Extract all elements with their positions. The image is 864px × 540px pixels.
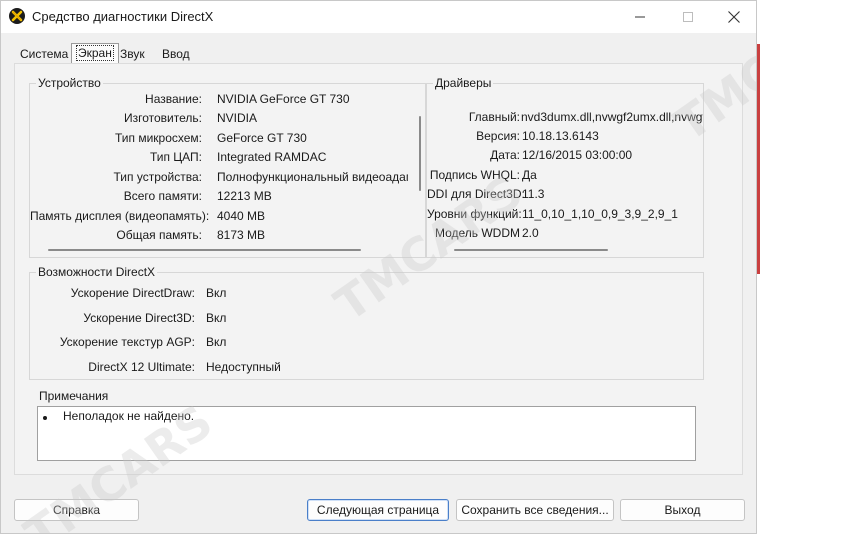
device-row-name: Название: NVIDIA GeForce GT 730 — [30, 91, 408, 107]
exit-button[interactable]: Выход — [620, 499, 745, 521]
driver-value: 2.0 — [522, 226, 539, 240]
tab-display-label: Экран — [76, 45, 114, 61]
drivers-horizontal-scrollbar[interactable] — [454, 249, 608, 251]
device-row-total-memory: Всего памяти: 12213 MB — [30, 188, 408, 204]
maximize-icon — [683, 12, 693, 22]
save-all-info-button[interactable]: Сохранить все сведения... — [456, 499, 614, 521]
tab-display[interactable]: Экран — [71, 43, 119, 64]
device-value: 12213 MB — [217, 189, 272, 203]
close-icon — [728, 11, 740, 23]
feature-value: Вкл — [206, 286, 227, 300]
device-row-shared-memory: Общая память: 8173 MB — [30, 227, 408, 243]
tab-system[interactable]: Система — [16, 45, 72, 63]
device-list[interactable]: Название: NVIDIA GeForce GT 730 Изготови… — [30, 84, 408, 256]
driver-label: Главный: — [468, 110, 520, 124]
device-value: NVIDIA — [217, 111, 258, 125]
device-label: Общая память: — [116, 228, 202, 242]
feature-row-dx12-ultimate: DirectX 12 Ultimate: Недоступный — [30, 359, 700, 375]
close-button[interactable] — [711, 1, 756, 33]
dxdiag-window: Средство диагностики DirectX Система Экр… — [0, 0, 757, 534]
driver-value: 11_0,10_1,10_0,9_3,9_2,9_1 — [522, 207, 678, 221]
device-row-display-memory: Память дисплея (видеопамять): 4040 MB — [30, 208, 408, 224]
feature-label: Ускорение текстур AGP: — [59, 335, 195, 349]
driver-value: 12/16/2015 03:00:00 — [522, 148, 633, 162]
feature-value: Вкл — [206, 335, 227, 349]
tab-strip: Система Экран Звук Ввод — [1, 43, 756, 65]
next-page-button[interactable]: Следующая страница — [307, 499, 449, 521]
window-title: Средство диагностики DirectX — [32, 9, 214, 24]
driver-label: Версия: — [476, 129, 520, 143]
device-label: Всего памяти: — [123, 189, 202, 203]
device-row-manufacturer: Изготовитель: NVIDIA — [30, 110, 408, 126]
device-label: Изготовитель: — [124, 111, 202, 125]
directx-features-title: Возможности DirectX — [36, 265, 158, 279]
note-item: Неполадок не найдено. — [38, 408, 688, 424]
feature-value: Вкл — [206, 311, 227, 325]
driver-row-main: Главный: nvd3dumx.dll,nvwgf2umx.dll,nvwg… — [427, 109, 703, 125]
device-row-chip-type: Тип микросхем: GeForce GT 730 — [30, 130, 408, 146]
device-label: Память дисплея (видеопамять): — [30, 209, 210, 223]
background-window-edge — [757, 44, 760, 274]
device-value: Полнофункциональный видеоадаптер — [217, 170, 408, 184]
device-value: 8173 MB — [217, 228, 266, 242]
device-value: 4040 MB — [217, 209, 266, 223]
tab-input[interactable]: Ввод — [158, 45, 194, 63]
driver-value: Да — [522, 168, 537, 182]
device-value: Integrated RAMDAC — [217, 150, 327, 164]
driver-label: Дата: — [490, 148, 520, 162]
bullet-icon — [43, 416, 47, 420]
device-row-device-type: Тип устройства: Полнофункциональный виде… — [30, 169, 409, 185]
driver-row-version: Версия: 10.18.13.6143 — [427, 128, 703, 144]
maximize-button[interactable] — [665, 1, 711, 33]
device-group: Устройство Название: NVIDIA GeForce GT 7… — [29, 76, 426, 258]
device-vertical-scrollbar[interactable] — [419, 116, 421, 191]
tab-sound[interactable]: Звук — [116, 45, 149, 63]
title-bar: Средство диагностики DirectX — [1, 1, 756, 33]
feature-label: DirectX 12 Ultimate: — [88, 360, 195, 374]
driver-value: 10.18.13.6143 — [522, 129, 599, 143]
device-row-dac-type: Тип ЦАП: Integrated RAMDAC — [30, 149, 408, 165]
driver-row-date: Дата: 12/16/2015 03:00:00 — [427, 147, 703, 163]
feature-row-agp: Ускорение текстур AGP: Вкл — [30, 334, 700, 350]
device-label: Тип ЦАП: — [149, 150, 202, 164]
directx-icon — [9, 8, 25, 24]
device-label: Тип устройства: — [113, 170, 203, 184]
device-label: Тип микросхем: — [114, 131, 202, 145]
minimize-button[interactable] — [617, 1, 663, 33]
feature-label: Ускорение DirectDraw: — [70, 286, 195, 300]
minimize-icon — [635, 16, 645, 18]
device-horizontal-scrollbar[interactable] — [48, 249, 361, 251]
feature-label: Ускорение Direct3D: — [83, 311, 195, 325]
notes-group-title: Примечания — [37, 389, 111, 403]
device-label: Название: — [145, 92, 202, 106]
feature-value: Недоступный — [206, 360, 281, 374]
driver-row-whql: Подпись WHQL: Да — [427, 167, 703, 183]
device-value: GeForce GT 730 — [217, 131, 307, 145]
device-value: NVIDIA GeForce GT 730 — [217, 92, 350, 106]
